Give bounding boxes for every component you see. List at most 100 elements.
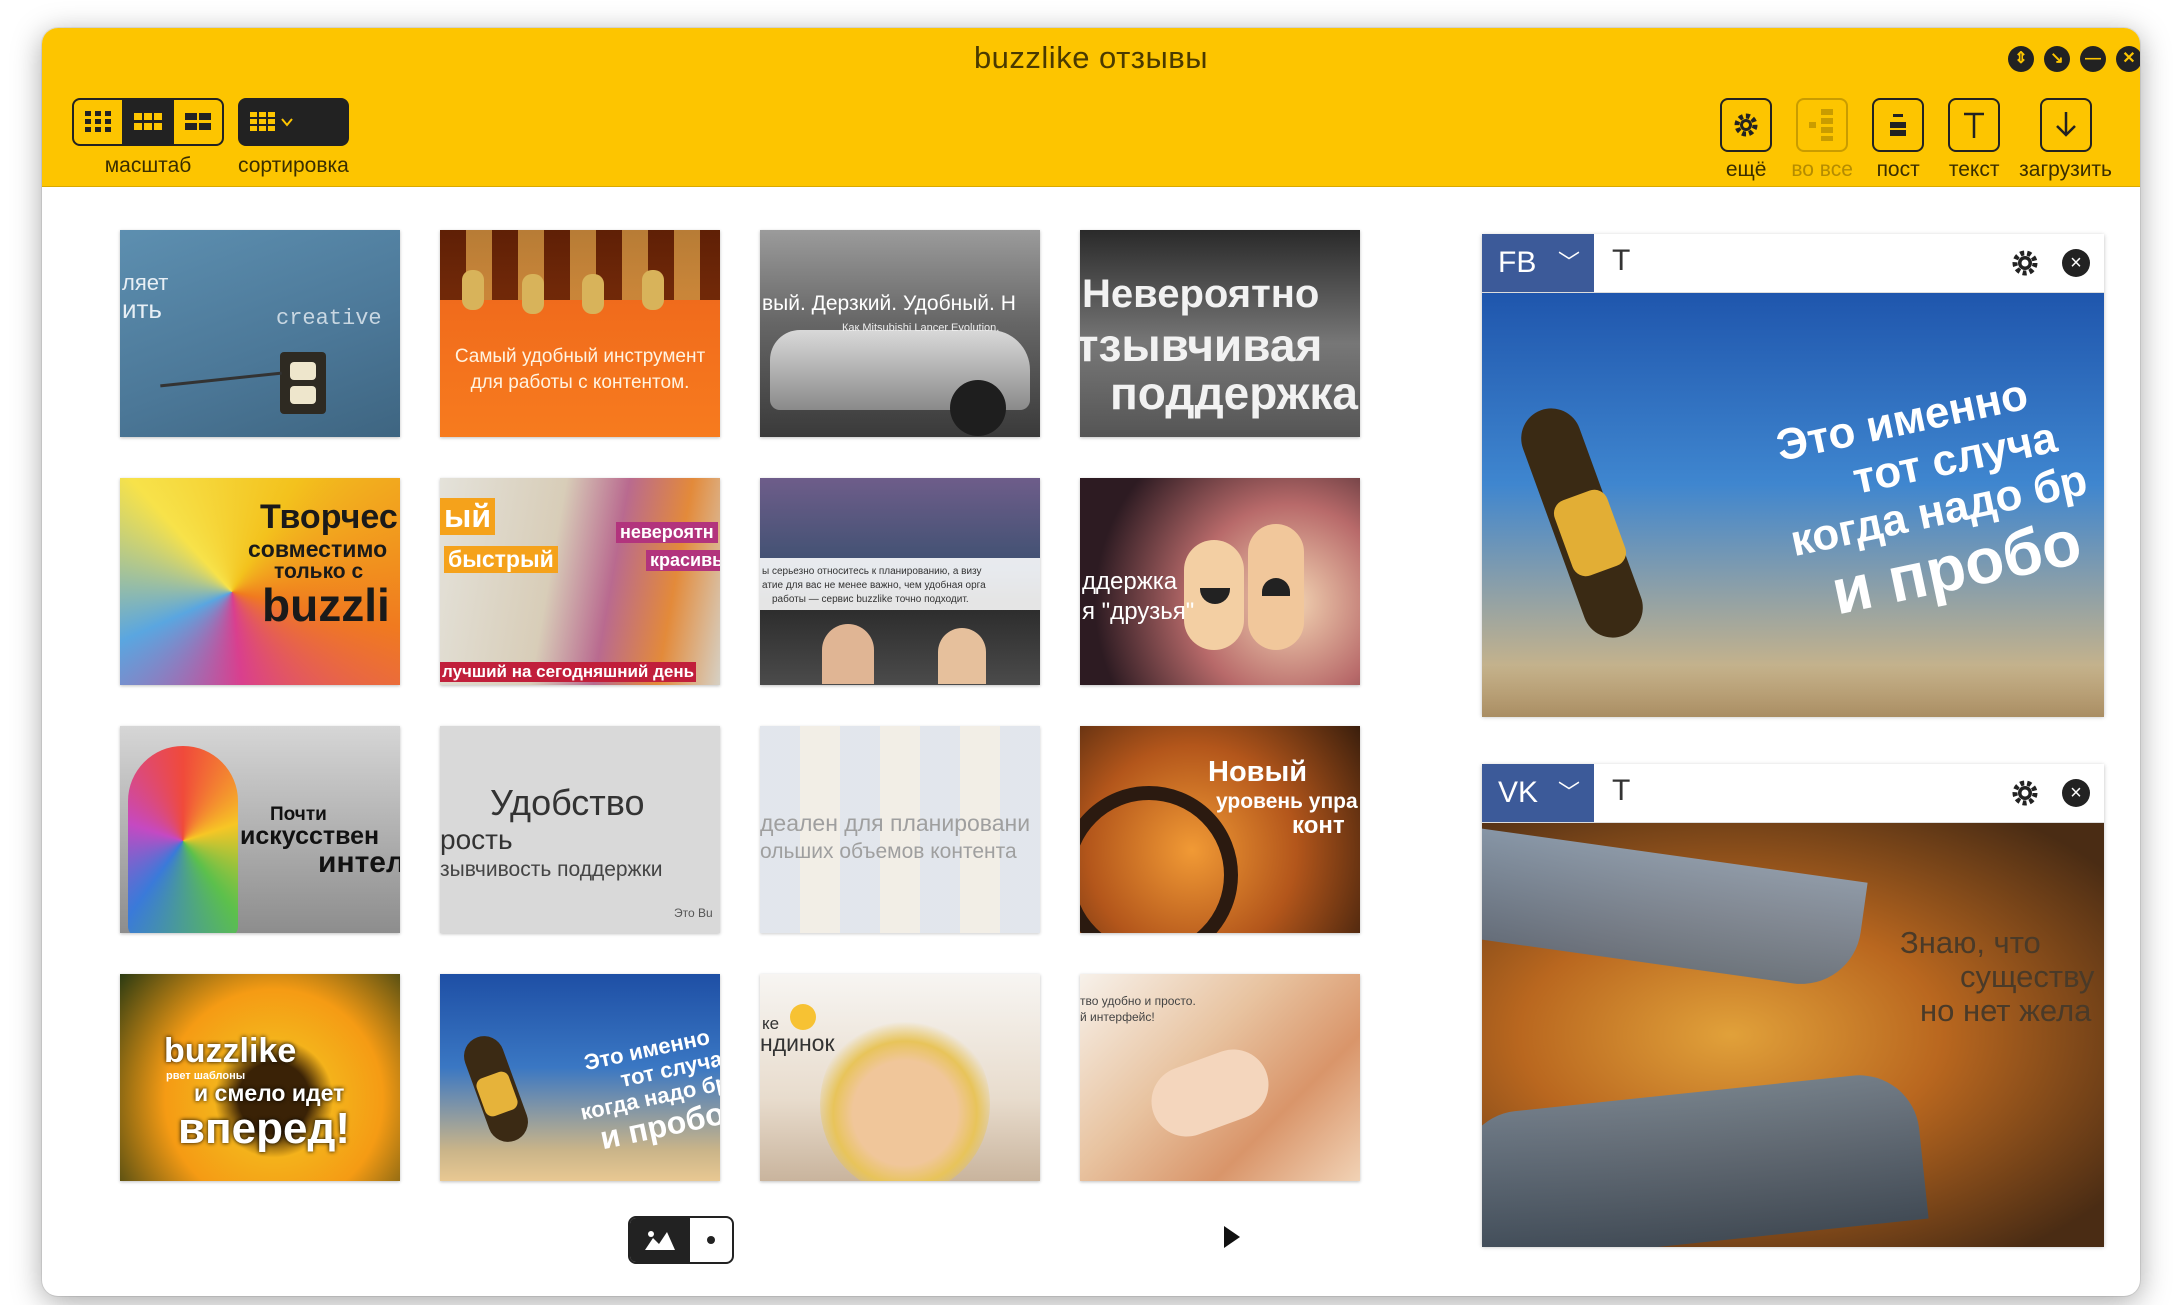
download-icon — [2055, 112, 2076, 137]
grid-tile[interactable]: ддержка я "друзья" — [1080, 478, 1360, 685]
tile-caption: зывчивость поддержки — [440, 858, 663, 881]
right-toolbar: ещё во все пост текст загрузить — [1715, 98, 2112, 182]
sort-label: сортировка — [238, 154, 349, 177]
tile-caption: совместимо — [248, 536, 388, 562]
view-mode-toggle[interactable] — [628, 1216, 734, 1264]
grid-tile[interactable]: ы серьезно относитесь к планированию, а … — [760, 478, 1040, 685]
grid-tile[interactable]: Творчес совместимо только с buzzli — [120, 478, 400, 685]
text-label: текст — [1948, 158, 2000, 181]
gear-icon[interactable] — [2010, 248, 2040, 278]
tile-caption: Творчес — [260, 498, 398, 536]
tile-caption: ольших объемов контента — [760, 840, 1017, 863]
panel-header: VK ﹀ T × — [1482, 764, 2104, 823]
chevron-down-icon: ﹀ — [1557, 780, 1580, 805]
window-title: buzzlike отзывы — [973, 40, 1209, 75]
pin-icon[interactable]: ↘ — [2044, 46, 2070, 72]
to-all-tool[interactable]: во все — [1791, 98, 1853, 182]
close-icon[interactable]: × — [2062, 249, 2090, 277]
gear-icon — [1734, 113, 1758, 137]
close-icon[interactable]: × — [2062, 779, 2090, 807]
grid-tile[interactable]: деален для планировани ольших объемов ко… — [760, 726, 1040, 933]
tile-caption: ляет — [122, 270, 169, 295]
sort-grid-icon — [250, 112, 293, 131]
gear-icon[interactable] — [2010, 778, 2040, 808]
grid-tile[interactable]: ке ндинок — [760, 974, 1040, 1181]
post-panel-fb: FB ﹀ T × Это именно тот случа когда надо… — [1482, 234, 2104, 717]
network-select[interactable]: FB ﹀ — [1482, 234, 1594, 292]
toolbar: buzzlike отзывы ⇕ ↘ — ✕ масштаб сортиров… — [42, 28, 2140, 187]
text-toggle-icon[interactable]: T — [1612, 774, 1630, 808]
tile-caption: ый — [440, 498, 495, 535]
tile-caption: Удобство — [490, 782, 645, 823]
grid-tile[interactable]: Удобство рость зывчивость поддержки Это … — [440, 726, 720, 933]
tile-caption: деален для планировани — [760, 810, 1031, 836]
upload-button[interactable] — [2039, 98, 2092, 152]
tile-caption: лучший на сегодняшний день — [440, 662, 697, 682]
post-tool[interactable]: пост — [1867, 98, 1929, 182]
tile-caption: ить — [122, 294, 162, 324]
dot-mode-button[interactable] — [690, 1218, 732, 1262]
panel-caption: Знаю, что — [1900, 925, 2041, 960]
grid-tile[interactable]: ый быстрый невероятн красивы лучший на с… — [440, 478, 720, 685]
grid-tile[interactable]: Новый уровень упра конт — [1080, 726, 1360, 933]
play-icon[interactable] — [1222, 1224, 1242, 1255]
tile-caption: поддержка — [1110, 367, 1358, 419]
tile-caption: creative — [276, 306, 382, 331]
panel-caption: но нет жела — [1920, 993, 2092, 1028]
grid-medium-icon — [134, 113, 162, 130]
panel-caption: существу — [1960, 959, 2095, 994]
minimize-icon[interactable]: — — [2080, 46, 2106, 72]
scale-small-button[interactable] — [74, 100, 124, 144]
chevron-down-icon: ﹀ — [1557, 250, 1580, 275]
upload-tool[interactable]: загрузить — [2019, 98, 2112, 182]
tile-caption: работы — сервис buzzlike точно подходит. — [772, 594, 969, 605]
network-select[interactable]: VK ﹀ — [1482, 764, 1594, 822]
tile-caption: ддержка — [1082, 568, 1178, 595]
tile-caption: уровень упра — [1216, 790, 1358, 813]
tile-caption: вый. Дерзкий. Удобный. Н — [762, 292, 1016, 315]
network-label: FB — [1498, 246, 1537, 279]
more-label: ещё — [1725, 158, 1767, 181]
grid-tile[interactable]: вый. Дерзкий. Удобный. Н Как Mitsubishi … — [760, 230, 1040, 437]
text-toggle-icon[interactable]: T — [1612, 244, 1630, 278]
grid-tile[interactable]: Почти искусствен интел — [120, 726, 400, 933]
tile-caption: быстрый — [444, 546, 558, 573]
text-button[interactable] — [1948, 98, 2001, 152]
grid-tile[interactable]: Невероятно тзывчивая поддержка — [1080, 230, 1360, 437]
scale-medium-button[interactable] — [124, 100, 174, 144]
tile-caption: Новый — [1208, 756, 1308, 788]
tile-caption: Как Mitsubishi Lancer Evolution. — [842, 322, 1000, 334]
grid-tile[interactable]: Самый удобный инструмент для работы с ко… — [440, 230, 720, 437]
text-tool[interactable]: текст — [1943, 98, 2005, 182]
grid-tile[interactable]: тво удобно и просто. й интерфейс! — [1080, 974, 1360, 1181]
more-tool[interactable]: ещё — [1715, 98, 1777, 182]
grid-tile[interactable]: buzzlike рвет шаблоны и смело идет впере… — [120, 974, 400, 1181]
grid-tile[interactable]: ляет ить creative — [120, 230, 400, 437]
dot-icon — [707, 1236, 715, 1244]
tile-caption: и смело идет — [194, 1080, 345, 1106]
close-window-icon[interactable]: ✕ — [2116, 46, 2140, 72]
post-panel-vk: VK ﹀ T × Знаю, что существу но нет жела — [1482, 764, 2104, 1247]
tile-caption: тво удобно и просто. — [1080, 994, 1196, 1008]
tile-caption: buzzli — [262, 579, 390, 631]
image-mode-button[interactable] — [630, 1218, 690, 1262]
scale-large-button[interactable] — [174, 100, 222, 144]
post-icon — [1890, 114, 1907, 136]
sort-dropdown[interactable] — [238, 98, 349, 146]
text-icon — [1964, 112, 1985, 138]
more-button[interactable] — [1720, 98, 1773, 152]
scale-control: масштаб — [72, 98, 224, 178]
post-button[interactable] — [1872, 98, 1925, 152]
to-all-button[interactable] — [1796, 98, 1849, 152]
fullscreen-icon[interactable]: ⇕ — [2008, 46, 2034, 72]
grid-large-icon — [185, 113, 211, 130]
tile-caption: красивы — [646, 550, 720, 571]
distribute-icon — [1809, 109, 1834, 141]
sort-button[interactable] — [240, 100, 306, 144]
tile-caption: невероятн — [616, 522, 718, 543]
tile-caption: тзывчивая — [1080, 319, 1323, 371]
to-all-label: во все — [1791, 158, 1853, 181]
grid-tile[interactable]: Это именно тот случа когда надо бр и про… — [440, 974, 720, 1181]
tile-caption: вперед! — [178, 1104, 351, 1153]
post-label: пост — [1876, 158, 1920, 181]
